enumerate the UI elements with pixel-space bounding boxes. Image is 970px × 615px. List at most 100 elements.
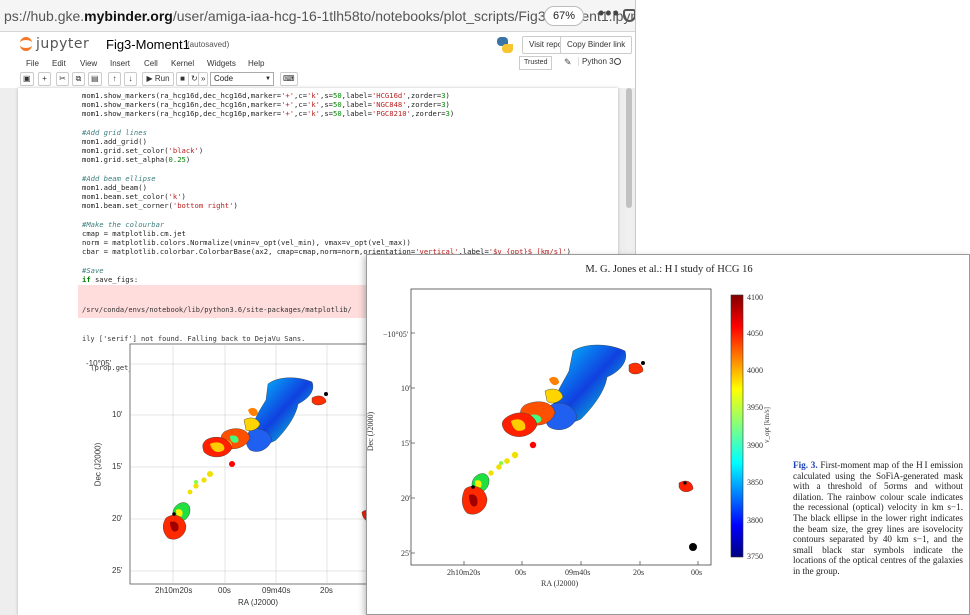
menu-file[interactable]: File [26, 59, 39, 68]
restart-run-all-button[interactable]: » [198, 72, 209, 86]
code-token: 'PGC8210' [371, 109, 411, 119]
copy-binder-link-button[interactable]: Copy Binder link [560, 36, 633, 54]
paper-ytick: 10′ [401, 384, 411, 393]
cell-type-value: Code [214, 74, 234, 83]
paper-ytick: 15′ [401, 439, 411, 448]
move-down-button[interactable]: ↓ [124, 72, 137, 86]
zoom-level[interactable]: 67% [544, 6, 584, 26]
code-token: #Add beam ellipse [82, 173, 156, 183]
paper-xtick: 20s [633, 568, 645, 577]
code-token: mom1.grid.set_color( [82, 146, 169, 156]
code-token: 50 [333, 91, 342, 100]
pocket-icon[interactable] [623, 9, 635, 22]
code-token: mom1.grid.set_alpha( [82, 155, 169, 165]
code-line: mom1.grid.set_alpha(0.25) [82, 155, 622, 164]
kernel-name[interactable]: Python 3 [578, 57, 614, 66]
paper-ytick: −10°05′ [383, 330, 409, 339]
code-token: ,s= [320, 109, 333, 119]
nb-ytick: 15' [112, 462, 123, 471]
code-token: mom1.show_markers(ra_hcg16d,dec_hcg16d,m… [82, 91, 282, 100]
copy-button[interactable]: ⧉ [72, 72, 85, 86]
nb-ylabel: Dec (J2000) [93, 442, 103, 487]
colorbar-tick: 4000 [747, 366, 763, 375]
jupyter-header: jupyter Fig3-Moment1 (autosaved) Visit r… [0, 32, 635, 56]
nb-xtick: 2h10m20s [155, 586, 193, 595]
colorbar-tick: 4050 [747, 329, 763, 338]
code-token: #Add grid lines [82, 127, 147, 137]
pencil-icon[interactable]: ✎ [564, 57, 572, 68]
colorbar-tick: 3950 [747, 403, 763, 412]
code-token: 'k' [307, 109, 321, 119]
code-token: if [82, 274, 91, 284]
notebook-moment-map [129, 343, 380, 585]
nb-ytick: 20' [112, 514, 123, 523]
code-token: ,label= [341, 109, 372, 119]
code-token: ) [445, 91, 450, 100]
cell-type-select[interactable]: Code ▼ [210, 72, 274, 86]
colorbar-label: v_opt [km/s] [762, 407, 771, 443]
code-token: cmap = matplotlib.cm.jet [82, 228, 186, 238]
command-palette-button[interactable]: ⌨ [280, 72, 298, 86]
code-token: ,label= [341, 91, 372, 100]
notebook-name[interactable]: Fig3-Moment1 [106, 37, 190, 52]
menu-help[interactable]: Help [248, 59, 264, 68]
run-button[interactable]: ▶ Run [142, 72, 174, 86]
address-bar[interactable]: ps://hub.gke.mybinder.org/user/amiga-iaa… [0, 0, 635, 32]
insert-cell-button[interactable]: + [38, 72, 51, 86]
code-token: norm = matplotlib.colors.Normalize(vmin=… [82, 238, 411, 247]
code-token: ,s= [320, 91, 333, 100]
code-token: ) [185, 155, 191, 165]
menu-kernel[interactable]: Kernel [171, 59, 194, 68]
menu-insert[interactable]: Insert [110, 59, 130, 68]
code-token: 'bottom right' [172, 201, 234, 211]
menu-edit[interactable]: Edit [52, 59, 66, 68]
cut-button[interactable]: ✂ [56, 72, 69, 86]
code-token: 50 [333, 109, 342, 119]
code-token: mom1.show_markers(ra_hcg16p,dec_hcg16p,m… [82, 109, 282, 119]
paste-button[interactable]: ▤ [88, 72, 102, 86]
nb-xtick: 00s [218, 586, 231, 595]
jupyter-logo-arc-top [20, 37, 32, 43]
code-token: 'k' [168, 192, 182, 202]
save-status: (autosaved) [187, 40, 230, 49]
url-text[interactable]: ps://hub.gke.mybinder.org/user/amiga-iaa… [4, 8, 635, 24]
code-token: 'NGC848' [371, 100, 407, 110]
code-token: 'k' [307, 100, 321, 110]
colorbar-tick: 4100 [747, 293, 763, 302]
colorbar-tick: 3900 [747, 441, 763, 450]
code-line: mom1.beam.set_corner('bottom right') [82, 201, 622, 210]
menu-cell[interactable]: Cell [144, 59, 158, 68]
caption-label: Fig. 3. [793, 460, 818, 470]
colorbar-tick: 3750 [747, 552, 763, 561]
code-token: ,zorder= [406, 91, 442, 100]
code-token: mom1.beam.set_color( [82, 192, 169, 202]
code-token: #Make the colourbar [82, 219, 165, 229]
code-line: norm = matplotlib.colors.Normalize(vmin=… [82, 238, 622, 247]
menu-widgets[interactable]: Widgets [207, 59, 236, 68]
code-line: mom1.show_markers(ra_hcg16p,dec_hcg16p,m… [82, 109, 622, 118]
code-token: mom1.add_beam() [82, 182, 147, 192]
menu-view[interactable]: View [80, 59, 97, 68]
python-logo-icon [497, 37, 513, 53]
code-line: mom1.show_markers(ra_hcg16d,dec_hcg16d,m… [82, 91, 622, 100]
jupyter-logo[interactable]: jupyter [20, 36, 90, 52]
save-button[interactable]: ▣ [20, 72, 34, 86]
move-up-button[interactable]: ↑ [108, 72, 121, 86]
code-line: mom1.beam.set_color('k') [82, 192, 622, 201]
code-line: mom1.add_grid() [82, 137, 622, 146]
jupyter-logo-text: jupyter [36, 36, 90, 52]
code-token: ) [445, 100, 450, 110]
code-token: ) [181, 192, 186, 202]
paper-xlabel: RA (J2000) [541, 579, 579, 588]
code-token: save_figs: [90, 274, 139, 284]
code-token: ,c= [294, 100, 308, 110]
code-token: '+' [281, 100, 295, 110]
trusted-badge[interactable]: Trusted [519, 56, 553, 70]
page-actions-menu-icon[interactable]: ••• [598, 3, 620, 24]
code-line: cmap = matplotlib.cm.jet [82, 229, 622, 238]
nb-xlabel: RA (J2000) [238, 598, 279, 607]
code-token: 'HCG16d' [371, 91, 407, 100]
